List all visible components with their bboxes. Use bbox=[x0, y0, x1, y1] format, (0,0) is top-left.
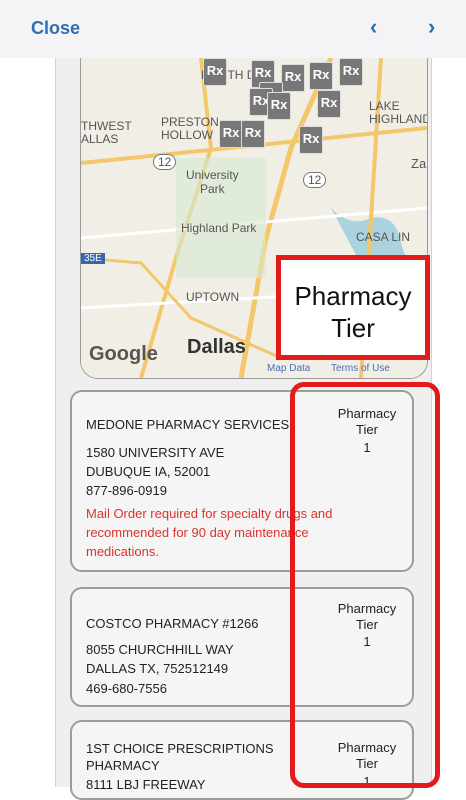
pharmacy-address-line1: 1580 UNIVERSITY AVE bbox=[86, 445, 225, 460]
pharmacy-marker-icon[interactable]: Rx bbox=[317, 90, 341, 118]
google-logo: Google bbox=[89, 343, 158, 365]
pharmacy-tier-value: 1 bbox=[363, 440, 371, 455]
pharmacy-address-line1: 8111 LBJ FREEWAY bbox=[86, 777, 206, 792]
terms-of-use-link[interactable]: Terms of Use bbox=[331, 363, 390, 374]
previous-chevron-icon[interactable]: ‹ bbox=[370, 14, 377, 40]
pharmacy-phone[interactable]: 469-680-7556 bbox=[86, 681, 167, 696]
pharmacy-tier-label: Pharmacy Tier bbox=[337, 740, 397, 771]
pharmacy-marker-icon[interactable]: Rx bbox=[267, 92, 291, 120]
pharmacy-tier-label: Pharmacy Tier bbox=[337, 601, 397, 632]
pharmacy-name: MEDONE PHARMACY SERVICES bbox=[86, 417, 290, 432]
map-label-northwest-dallas: THWEST ALLAS bbox=[81, 119, 132, 146]
pharmacy-note: Mail Order required for specialty drugs … bbox=[86, 506, 333, 559]
pharmacy-address-line2: DUBUQUE IA, 52001 bbox=[86, 464, 211, 479]
pharmacy-marker-icon[interactable]: Rx bbox=[309, 62, 333, 90]
pharmacy-marker-icon[interactable]: Rx bbox=[203, 58, 227, 86]
nav-bar: Close ‹ › bbox=[0, 0, 466, 58]
pharmacy-card[interactable]: COSTCO PHARMACY #1266 Pharmacy Tier 1 80… bbox=[70, 587, 414, 707]
map-label-dallas: Dallas bbox=[187, 336, 246, 358]
pharmacy-tier-callout: Pharmacy Tier bbox=[276, 255, 430, 360]
map-data-link[interactable]: Map Data bbox=[267, 363, 310, 374]
pharmacy-tier-value: 1 bbox=[363, 774, 371, 789]
pharmacy-card[interactable]: MEDONE PHARMACY SERVICES Pharmacy Tier 1… bbox=[70, 390, 414, 572]
pharmacy-marker-icon[interactable]: Rx bbox=[339, 58, 363, 86]
pharmacy-address-line2: DALLAS TX, 752512149 bbox=[86, 661, 229, 676]
map-label-casa-linda: CASA LIN bbox=[356, 230, 411, 244]
pharmacy-name: 1ST CHOICE PRESCRIPTIONS PHARMACY bbox=[86, 741, 274, 773]
pharmacy-address-line1: 8055 CHURCHHILL WAY bbox=[86, 642, 234, 657]
interstate-35e-shield-icon: 35E bbox=[81, 253, 105, 264]
pharmacy-card[interactable]: 1ST CHOICE PRESCRIPTIONS PHARMACY Pharma… bbox=[70, 720, 414, 800]
pharmacy-marker-icon[interactable]: Rx bbox=[281, 64, 305, 92]
close-button[interactable]: Close bbox=[31, 18, 80, 39]
pharmacy-name: COSTCO PHARMACY #1266 bbox=[86, 616, 259, 631]
map-label-university-park: University Park bbox=[186, 168, 239, 196]
pharmacy-tier-value: 1 bbox=[363, 634, 371, 649]
pharmacy-phone[interactable]: 877-896-0919 bbox=[86, 483, 167, 498]
highway-12-shield-icon: 12 bbox=[303, 172, 327, 188]
map-label-lake-highlands: LAKE HIGHLANDS bbox=[369, 99, 427, 126]
highway-12-shield-icon: 12 bbox=[153, 154, 177, 170]
pharmacy-marker-icon[interactable]: Rx bbox=[241, 120, 265, 148]
pharmacy-marker-icon[interactable]: Rx bbox=[299, 126, 323, 154]
map-label-uptown: UPTOWN bbox=[186, 290, 240, 304]
map-label-za: Za bbox=[411, 156, 427, 171]
map-label-highland-park: Highland Park bbox=[181, 221, 257, 235]
pharmacy-tier-label: Pharmacy Tier bbox=[337, 406, 397, 437]
pharmacy-marker-icon[interactable]: Rx bbox=[219, 120, 243, 148]
map-label-preston-hollow: PRESTON HOLLOW bbox=[161, 115, 219, 142]
next-chevron-icon[interactable]: › bbox=[428, 14, 435, 40]
